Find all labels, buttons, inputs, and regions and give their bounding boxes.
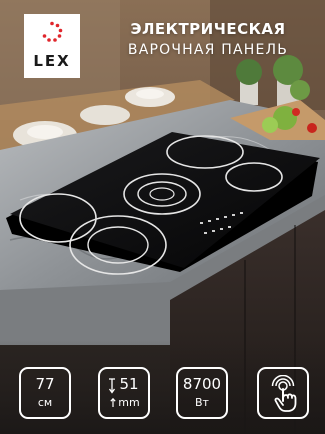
headline: ЭЛЕКТРИЧЕСКАЯ ВАРОЧНАЯ ПАНЕЛЬ <box>108 20 308 58</box>
headline-line-1: ЭЛЕКТРИЧЕСКАЯ <box>130 20 286 38</box>
width-value: 77 <box>35 375 55 393</box>
width-badge: 77 см <box>19 367 71 419</box>
touch-control-icon <box>271 375 297 412</box>
touch-control-badge <box>257 367 309 419</box>
height-arrow-icon <box>108 378 116 394</box>
width-unit: см <box>37 396 53 409</box>
brand-name: LEX <box>33 52 71 70</box>
height-up-arrow-icon <box>110 398 116 407</box>
headline-line-2: ВАРОЧНАЯ ПАНЕЛЬ <box>127 42 289 58</box>
brand-logo: LEX <box>24 14 80 78</box>
product-banner: LEX ЭЛЕКТРИЧЕСКАЯ ВАРОЧНАЯ ПАНЕЛЬ 77 см … <box>0 0 325 434</box>
power-value: 8700 <box>182 375 222 393</box>
height-badge: 51 mm <box>98 367 150 419</box>
spec-badges: 77 см 51 mm 8700 Вт <box>0 362 325 424</box>
power-unit: Вт <box>195 396 209 409</box>
height-unit: mm <box>118 396 140 409</box>
power-badge: 8700 Вт <box>176 367 228 419</box>
logo-dots-icon <box>42 21 63 42</box>
